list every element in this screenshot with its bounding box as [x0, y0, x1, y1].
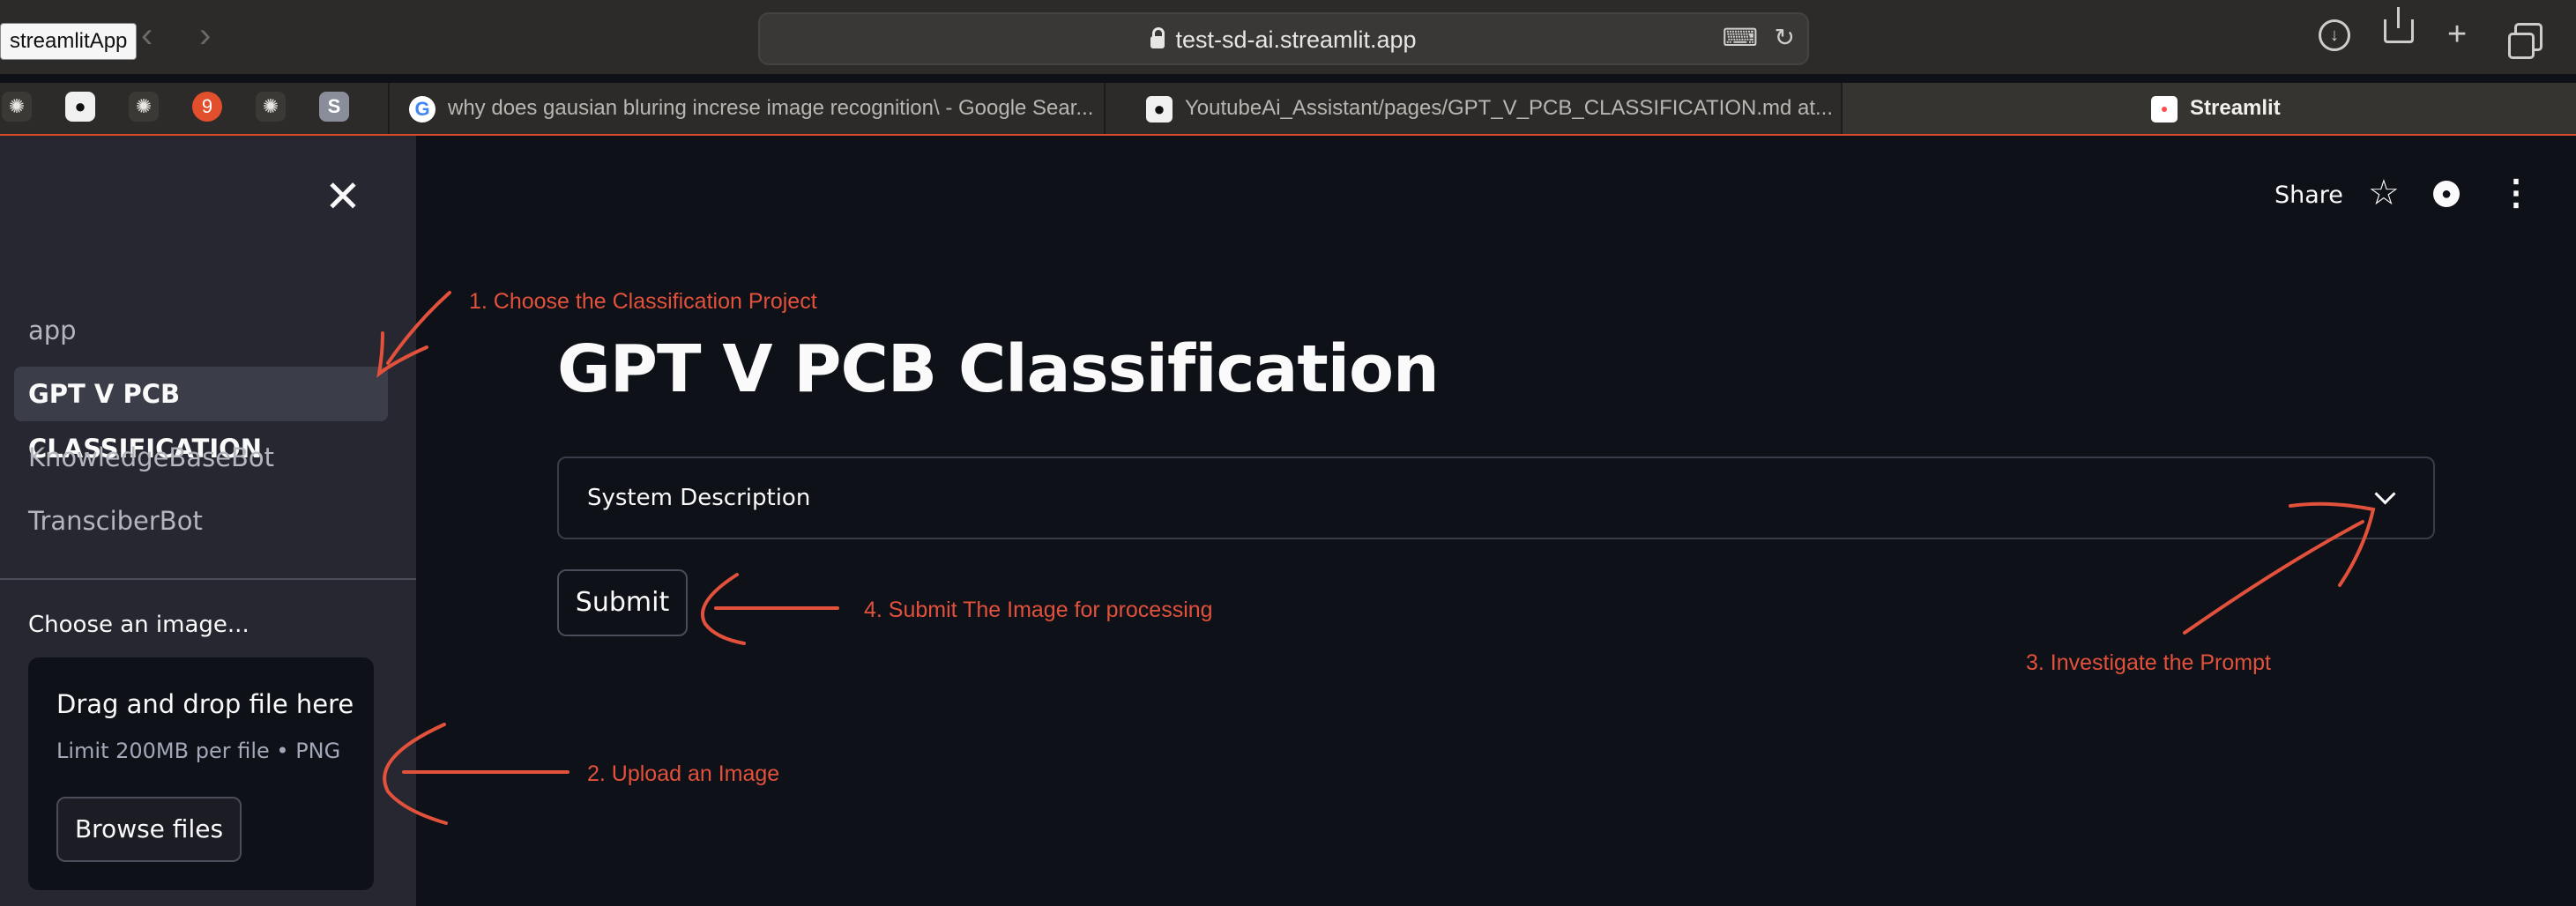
sidebar-item-knowledgebasebot[interactable]: KnowledgeBaseBot: [14, 430, 388, 485]
submit-button[interactable]: Submit: [557, 569, 688, 636]
url-text: test-sd-ai.streamlit.app: [1175, 26, 1417, 53]
share-icon[interactable]: [2384, 7, 2414, 43]
lock-icon: [1150, 27, 1165, 48]
tab-google-search[interactable]: Gwhy does gausian bluring increse image …: [388, 83, 1093, 134]
pinned-tab-github-icon[interactable]: ●: [65, 92, 95, 122]
pinned-tab-chatgpt-icon[interactable]: ✺: [256, 92, 286, 122]
share-button[interactable]: Share: [2274, 182, 2343, 209]
sidebar-divider: [0, 578, 416, 580]
tab-strip: ✺ ● ✺ 9 ✺ S Gwhy does gausian bluring in…: [0, 83, 2576, 134]
app-badge: streamlitApp: [0, 23, 138, 60]
tab-streamlit[interactable]: Streamlit: [1841, 83, 2576, 134]
tab-label: why does gausian bluring increse image r…: [448, 96, 1093, 120]
annotation-step-3: 3. Investigate the Prompt: [2026, 650, 2271, 675]
close-sidebar-icon[interactable]: ✕: [324, 175, 361, 219]
new-tab-icon[interactable]: +: [2447, 16, 2467, 54]
github-icon[interactable]: ●: [2433, 181, 2460, 207]
pinned-tab-s-icon[interactable]: S: [319, 92, 349, 122]
system-description-expander[interactable]: System Description: [557, 457, 2435, 539]
annotation-step-1: 1. Choose the Classification Project: [469, 289, 817, 314]
reload-icon[interactable]: ↻: [1775, 23, 1795, 52]
main-menu-icon[interactable]: ⋮: [2498, 173, 2534, 213]
pinned-tab-chatgpt-icon[interactable]: ✺: [2, 92, 32, 122]
star-icon[interactable]: ☆: [2368, 173, 2400, 213]
arrow-step-4: [700, 573, 839, 645]
browser-toolbar: streamlitApp ‹ › test-sd-ai.streamlit.ap…: [0, 0, 2576, 74]
translate-icon[interactable]: ⌨: [1723, 23, 1758, 52]
uploader-label: Choose an image...: [28, 612, 249, 638]
chevron-down-icon[interactable]: [2374, 483, 2396, 505]
pinned-tab-chatgpt-icon[interactable]: ✺: [129, 92, 159, 122]
browse-files-button[interactable]: Browse files: [56, 797, 242, 862]
pinned-tab-badge-icon[interactable]: 9: [192, 92, 222, 122]
back-arrow-icon[interactable]: ‹: [141, 16, 153, 56]
dropzone-limit-text: Limit 200MB per file • PNG: [56, 739, 341, 763]
address-bar[interactable]: test-sd-ai.streamlit.app ⌨ ↻: [758, 12, 1809, 65]
tab-label: YoutubeAi_Assistant/pages/GPT_V_PCB_CLAS…: [1185, 96, 1834, 120]
dropzone-title: Drag and drop file here: [56, 689, 354, 719]
annotation-step-2: 2. Upload an Image: [587, 761, 780, 786]
annotation-step-4: 4. Submit The Image for processing: [864, 598, 1213, 622]
downloads-icon[interactable]: ↓: [2319, 19, 2350, 51]
streamlit-icon: [2151, 95, 2178, 123]
forward-arrow-icon[interactable]: ›: [199, 16, 211, 56]
tab-github-page[interactable]: ● YoutubeAi_Assistant/pages/GPT_V_PCB_CLA…: [1104, 83, 1841, 134]
url-display: test-sd-ai.streamlit.app: [760, 26, 1807, 54]
sidebar-item-app[interactable]: app: [14, 303, 388, 358]
file-dropzone[interactable]: Drag and drop file here Limit 200MB per …: [28, 657, 374, 890]
sidebar-item-transciberbot[interactable]: TransciberBot: [14, 494, 388, 548]
tab-label: Streamlit: [2190, 96, 2281, 120]
tab-overview-icon[interactable]: [2508, 23, 2542, 59]
expander-label: System Description: [587, 485, 811, 511]
sidebar-item-gpt-v-pcb-classification[interactable]: GPT V PCB CLASSIFICATION: [14, 367, 388, 464]
github-icon: ●: [1146, 95, 1173, 123]
sidebar: ✕ app GPT V PCB CLASSIFICATION Knowledge…: [0, 136, 416, 906]
google-icon: G: [409, 95, 436, 123]
page-title: GPT V PCB Classification: [557, 331, 1440, 407]
